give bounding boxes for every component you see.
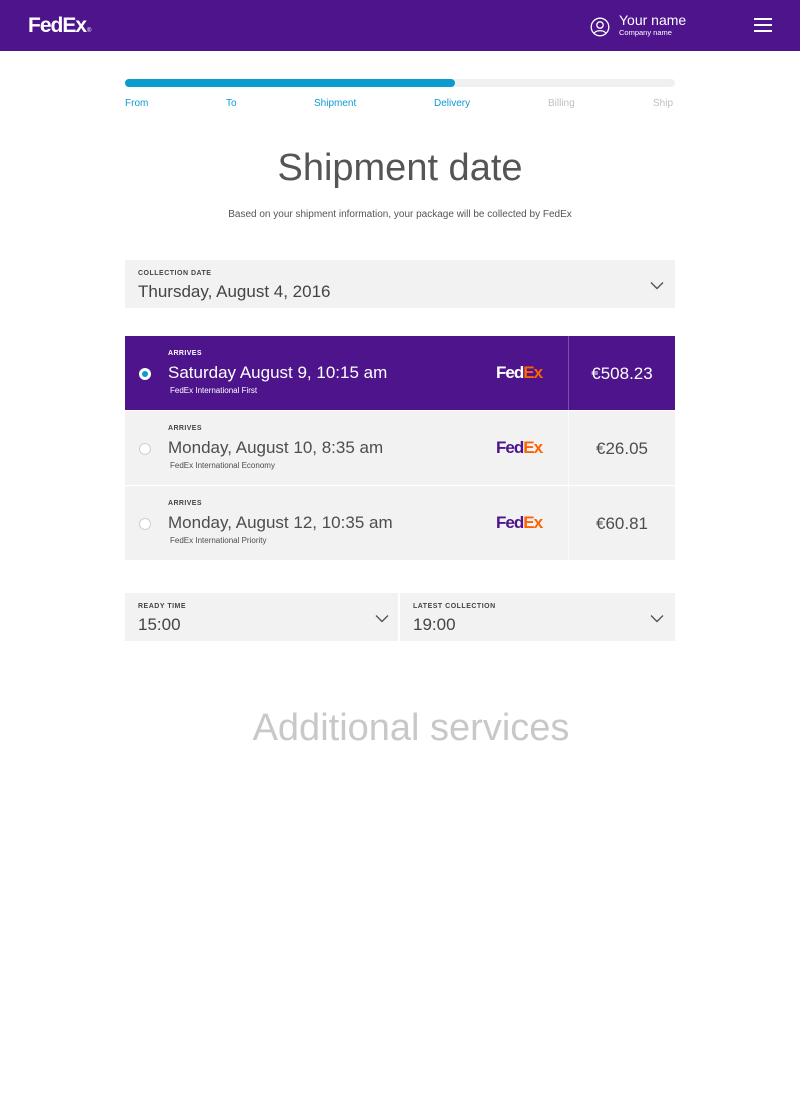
logo-ex-text: Ex: [523, 363, 543, 382]
step-from[interactable]: From: [125, 98, 148, 109]
user-account[interactable]: Your name Company name: [590, 12, 686, 38]
progress-steps: From To Shipment Delivery Billing Ship: [125, 98, 675, 112]
step-to[interactable]: To: [226, 98, 237, 109]
arrival-date: Saturday August 9, 10:15 am: [168, 363, 388, 382]
logo-ex-text: Ex: [523, 438, 543, 457]
arrival-date: Monday, August 10, 8:35 am: [168, 438, 384, 457]
delivery-option[interactable]: ARRIVES Saturday August 9, 10:15 am FedE…: [125, 336, 675, 411]
collection-date-label: COLLECTION DATE: [138, 270, 212, 277]
radio-button[interactable]: [139, 368, 151, 380]
progress-bar-fill: [125, 79, 455, 87]
delivery-option[interactable]: ARRIVES Monday, August 12, 10:35 am FedE…: [125, 486, 675, 561]
logo-dot: .: [542, 449, 543, 455]
logo-fed-text: Fed: [496, 363, 524, 382]
ready-time-value: 15:00: [138, 615, 181, 634]
logo-registered-mark: ®: [87, 28, 92, 34]
user-name: Your name: [619, 12, 687, 28]
chevron-down-icon: [650, 282, 664, 290]
logo-fed-text: Fed: [496, 438, 524, 457]
collection-date-select[interactable]: COLLECTION DATE Thursday, August 4, 2016: [125, 260, 675, 308]
arrives-label: ARRIVES: [168, 350, 202, 357]
logo-dot: .: [542, 524, 543, 530]
service-name: FedEx International Economy: [170, 461, 275, 470]
delivery-option[interactable]: ARRIVES Monday, August 10, 8:35 am FedEx…: [125, 411, 675, 486]
logo-ex-text: Ex: [523, 513, 543, 532]
logo-fed-text: Fed: [496, 513, 524, 532]
price: €508.23: [591, 364, 653, 383]
radio-button[interactable]: [139, 443, 151, 455]
price: €26.05: [596, 439, 648, 458]
company-name: Company name: [619, 28, 672, 37]
service-name: FedEx International Priority: [170, 536, 267, 545]
price: €60.81: [596, 514, 648, 533]
latest-collection-select[interactable]: LATEST COLLECTION 19:00: [400, 593, 675, 641]
page-title: Shipment date: [277, 147, 523, 189]
user-circle-icon: [590, 17, 610, 37]
fedex-logo: FedEx.: [496, 513, 543, 533]
step-ship: Ship: [653, 98, 674, 109]
latest-collection-label: LATEST COLLECTION: [413, 603, 496, 610]
top-bar: FedEx® Your name Company name: [0, 0, 800, 51]
logo-ex-text: Ex: [62, 14, 87, 37]
collection-date-value: Thursday, August 4, 2016: [138, 282, 331, 301]
step-shipment[interactable]: Shipment: [314, 98, 356, 109]
service-name: FedEx International First: [170, 386, 258, 395]
ready-time-select[interactable]: READY TIME 15:00: [125, 593, 398, 641]
chevron-down-icon: [650, 615, 664, 623]
hamburger-menu-icon[interactable]: [754, 18, 772, 32]
logo-dot: .: [542, 374, 543, 380]
logo-fed-text: Fed: [28, 14, 63, 37]
chevron-down-icon: [375, 615, 389, 623]
latest-collection-value: 19:00: [413, 615, 456, 634]
radio-button[interactable]: [139, 518, 151, 530]
additional-services-heading: Additional services: [252, 707, 570, 749]
arrives-label: ARRIVES: [168, 425, 202, 432]
radio-selected-dot: [142, 371, 148, 377]
delivery-options: ARRIVES Saturday August 9, 10:15 am FedE…: [125, 336, 675, 561]
fedex-logo: FedEx.: [496, 438, 543, 458]
fedex-logo[interactable]: FedEx®: [28, 14, 92, 38]
arrival-date: Monday, August 12, 10:35 am: [168, 513, 393, 532]
progress-bar: [125, 79, 675, 87]
fedex-logo: FedEx.: [496, 363, 543, 383]
user-text: Your name Company name: [619, 12, 686, 38]
step-delivery[interactable]: Delivery: [434, 98, 470, 109]
page-subtitle: Based on your shipment information, your…: [228, 209, 572, 220]
arrives-label: ARRIVES: [168, 500, 202, 507]
step-billing: Billing: [548, 98, 575, 109]
ready-time-label: READY TIME: [138, 603, 187, 610]
